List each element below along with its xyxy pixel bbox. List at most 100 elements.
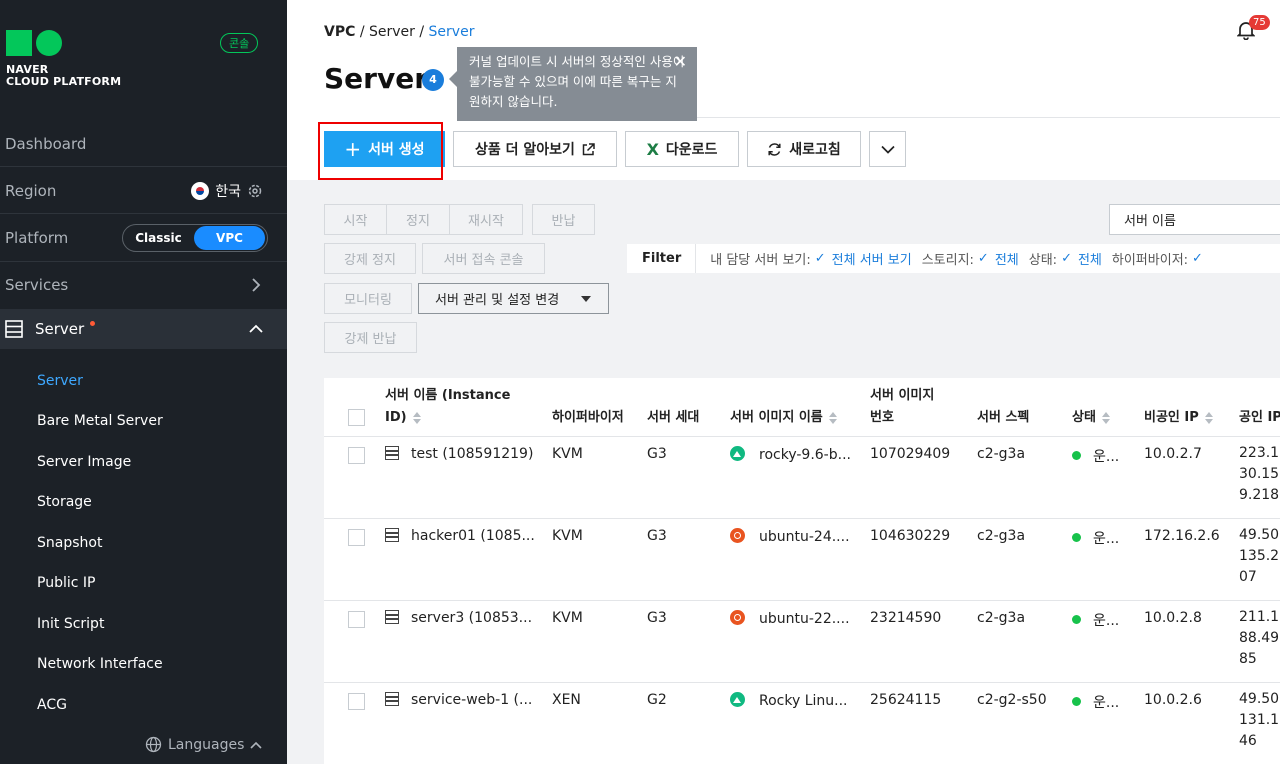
server-name-cell[interactable]: server3 (10853... [385,610,532,626]
image-name-cell: Rocky Linu... [730,692,848,709]
rocky-os-icon [730,446,745,461]
breadcrumb-server[interactable]: Server [369,24,415,40]
console-badge[interactable]: 콘솔 [220,33,259,53]
server-console-button[interactable]: 서버 접속 콘솔 [422,243,545,274]
column-image-no: 서버 이미지 번호 [870,388,935,425]
server-icon [385,528,399,542]
languages-button[interactable]: Languages [145,736,262,753]
platform-row: Platform Classic VPC [0,224,287,252]
image-name-cell: ubuntu-22.... [730,610,850,627]
start-button[interactable]: 시작 [324,204,387,235]
gear-icon[interactable] [247,183,263,199]
chevron-down-icon [880,145,895,154]
sort-icon[interactable] [1204,411,1213,424]
filter-button[interactable]: Filter [627,244,697,273]
server-name-cell[interactable]: hacker01 (1085... [385,528,535,544]
row-checkbox[interactable] [348,447,365,464]
sort-icon[interactable] [828,411,837,424]
nav-snapshot[interactable]: Snapshot [37,535,102,551]
stop-button[interactable]: 정지 [386,204,450,235]
nav-public-ip[interactable]: Public IP [37,575,95,591]
excel-icon: X [646,139,659,159]
private-ip-cell: 10.0.2.7 [1144,446,1202,462]
close-icon[interactable]: ✕ [674,52,687,72]
filter-my-servers[interactable]: 전체 서버 보기 [832,249,912,268]
nav-network-interface[interactable]: Network Interface [37,656,163,672]
public-ip-cell: 223.130.159.218 [1239,445,1280,503]
server-table: 서버 이름 (Instance ID) 하이퍼바이저 서버 세대 서버 이미지 … [324,378,1280,764]
ubuntu-os-icon [730,528,745,543]
chevron-up-icon [249,324,263,333]
server-name-cell[interactable]: test (108591219) [385,446,533,462]
learn-more-button[interactable]: 상품 더 알아보기 [453,131,617,167]
server-name-cell[interactable]: service-web-1 (... [385,692,532,708]
sort-icon[interactable] [412,411,421,424]
hypervisor-cell: KVM [552,446,583,462]
nav-init-script[interactable]: Init Script [37,616,104,632]
public-ip-cell: 49.50.131.146 [1239,691,1280,749]
refresh-button[interactable]: 새로고침 [747,131,861,167]
server-manage-dropdown[interactable]: 서버 관리 및 설정 변경 [418,283,609,314]
image-name-cell: rocky-9.6-b... [730,446,851,463]
refresh-icon [768,142,781,156]
sidebar-item-server[interactable]: Server [0,309,287,349]
korea-flag-icon [191,182,210,200]
select-all-checkbox[interactable] [348,409,365,426]
nav-acg[interactable]: ACG [37,697,67,713]
private-ip-cell: 172.16.2.6 [1144,528,1220,544]
more-dropdown-button[interactable] [869,131,906,167]
row-checkbox[interactable] [348,529,365,546]
chevron-up-icon [250,741,262,749]
filter-status[interactable]: 전체 [1078,249,1102,268]
return-button[interactable]: 반납 [532,204,595,235]
breadcrumb-vpc[interactable]: VPC [324,24,355,40]
image-name-cell: ubuntu-24.... [730,528,850,545]
sidebar: NAVER CLOUD PLATFORM 콘솔 Dashboard Region … [0,0,287,764]
main-content: VPC / Server / Server 75 Server 4 커널 업데이… [287,0,1280,764]
sidebar-item-dashboard[interactable]: Dashboard [0,130,287,158]
force-return-button[interactable]: 강제 반납 [324,322,417,353]
search-field-select[interactable]: 서버 이름 [1109,204,1280,235]
platform-vpc[interactable]: VPC [194,226,265,250]
kernel-update-tooltip: 커널 업데이트 시 서버의 정상적인 사용이 불가능할 수 있으며 이에 따른 … [449,47,697,121]
status-cell: 운... [1072,692,1119,712]
public-ip-cell: 49.50.135.207 [1239,527,1280,585]
private-ip-cell: 10.0.2.6 [1144,692,1202,708]
globe-icon [145,736,162,753]
chevron-right-icon [252,278,261,292]
column-status[interactable]: 상태 [1072,407,1110,429]
column-image-name[interactable]: 서버 이미지 이름 [730,407,837,429]
status-cell: 운... [1072,528,1119,548]
sidebar-item-services[interactable]: Services [0,271,287,299]
column-hypervisor: 하이퍼바이저 [552,410,624,425]
status-running-icon [1072,615,1081,624]
status-running-icon [1072,451,1081,460]
monitoring-button[interactable]: 모니터링 [324,283,412,314]
status-running-icon [1072,533,1081,542]
download-button[interactable]: X 다운로드 [625,131,739,167]
sort-icon[interactable] [1101,411,1110,424]
column-private-ip[interactable]: 비공인 IP [1144,407,1213,429]
nav-server-image[interactable]: Server Image [37,454,131,470]
naver-cloud-logo[interactable]: NAVER CLOUD PLATFORM [6,30,121,88]
row-checkbox[interactable] [348,611,365,628]
restart-button[interactable]: 재시작 [449,204,523,235]
ubuntu-os-icon [730,610,745,625]
spec-cell: c2-g3a [977,446,1026,462]
region-selector[interactable]: Region 한국 [0,177,287,205]
platform-classic[interactable]: Classic [123,226,194,250]
column-name[interactable]: 서버 이름 (Instance ID) [385,385,525,429]
filter-storage[interactable]: 전체 [995,249,1019,268]
nav-storage[interactable]: Storage [37,494,92,510]
image-no-cell: 25624115 [870,692,942,708]
row-checkbox[interactable] [348,693,365,710]
column-public-ip: 공인 IP [1239,410,1280,425]
public-ip-cell: 211.188.49.85 [1239,609,1280,667]
status-cell: 운... [1072,446,1119,466]
nav-server[interactable]: Server [37,373,83,389]
force-stop-button[interactable]: 강제 정지 [324,243,416,274]
nav-bare-metal-server[interactable]: Bare Metal Server [37,413,163,429]
platform-toggle[interactable]: Classic VPC [122,224,268,252]
server-icon [385,446,399,460]
rocky-os-icon [730,692,745,707]
